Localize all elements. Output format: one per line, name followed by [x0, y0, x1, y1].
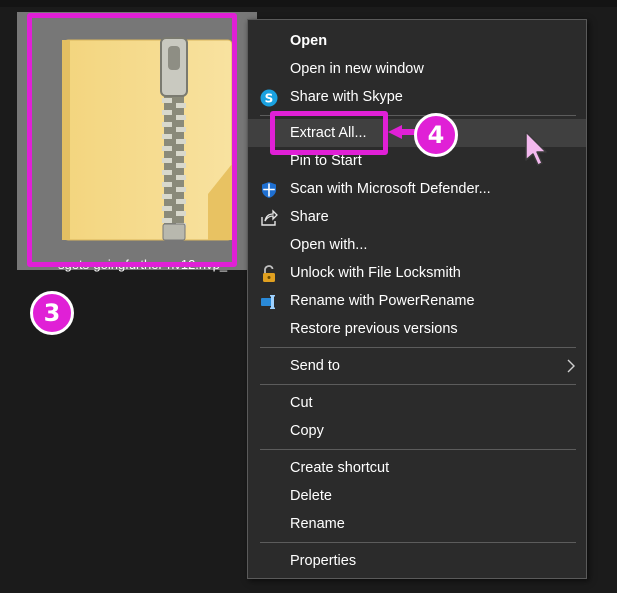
chevron-right-icon	[567, 359, 575, 373]
menu-item-send-to[interactable]: Send to	[248, 352, 586, 380]
svg-text:S: S	[265, 92, 274, 106]
menu-separator	[260, 347, 576, 348]
zip-folder-icon	[62, 37, 233, 241]
share-icon	[261, 209, 278, 226]
menu-separator	[260, 115, 576, 116]
menu-item-share-skype[interactable]: S Share with Skype	[248, 83, 586, 111]
explorer-view: sgets-goingfurther-nv12.nvp_ 3 Open Open…	[0, 0, 617, 593]
menu-item-scan-defender[interactable]: Scan with Microsoft Defender...	[248, 175, 586, 203]
menu-item-label: Pin to Start	[290, 153, 362, 169]
step-3-badge: 3	[30, 291, 74, 335]
menu-item-cut[interactable]: Cut	[248, 389, 586, 417]
menu-item-label: Send to	[290, 358, 340, 374]
powerrename-icon	[261, 295, 275, 309]
menu-item-copy[interactable]: Copy	[248, 417, 586, 445]
menu-item-delete[interactable]: Delete	[248, 482, 586, 510]
menu-item-share[interactable]: Share	[248, 203, 586, 231]
menu-item-properties[interactable]: Properties	[248, 547, 586, 575]
menu-item-rename[interactable]: Rename	[248, 510, 586, 538]
menu-item-label: Share	[290, 209, 329, 225]
menu-item-label: Open in new window	[290, 61, 424, 77]
menu-item-restore-versions[interactable]: Restore previous versions	[248, 315, 586, 343]
menu-item-label: Cut	[290, 395, 313, 411]
padlock-icon	[263, 265, 275, 282]
menu-separator	[260, 384, 576, 385]
menu-item-label: Restore previous versions	[290, 321, 458, 337]
menu-item-label: Extract All...	[290, 125, 367, 141]
menu-item-label: Share with Skype	[290, 89, 403, 105]
menu-item-create-shortcut[interactable]: Create shortcut	[248, 454, 586, 482]
step-4-badge: 4	[414, 113, 458, 157]
skype-icon: S	[260, 89, 278, 107]
menu-item-label: Create shortcut	[290, 460, 390, 476]
menu-item-label: Open	[290, 33, 328, 49]
defender-shield-icon	[262, 182, 276, 198]
menu-item-label: Copy	[290, 423, 324, 439]
mouse-cursor-icon	[525, 131, 547, 166]
top-strip	[0, 0, 617, 7]
menu-item-label: Rename with PowerRename	[290, 293, 475, 309]
menu-item-label: Rename	[290, 516, 345, 532]
menu-item-unlock-locksmith[interactable]: Unlock with File Locksmith	[248, 259, 586, 287]
file-name-label: sgets-goingfurther-nv12.nvp_	[58, 257, 228, 272]
menu-item-open-with[interactable]: Open with...	[248, 231, 586, 259]
menu-item-label: Delete	[290, 488, 332, 504]
context-menu: Open Open in new window S Share with Sky…	[247, 19, 587, 579]
menu-separator	[260, 449, 576, 450]
menu-item-label: Properties	[290, 553, 357, 569]
menu-separator	[260, 542, 576, 543]
menu-item-label: Open with...	[290, 237, 368, 253]
menu-item-label: Unlock with File Locksmith	[290, 265, 461, 281]
menu-item-label: Scan with Microsoft Defender...	[290, 181, 491, 197]
menu-item-open-new-window[interactable]: Open in new window	[248, 55, 586, 83]
menu-item-rename-powerrename[interactable]: Rename with PowerRename	[248, 287, 586, 315]
file-tile-selected[interactable]: sgets-goingfurther-nv12.nvp_	[17, 12, 257, 272]
menu-item-open[interactable]: Open	[248, 27, 586, 55]
